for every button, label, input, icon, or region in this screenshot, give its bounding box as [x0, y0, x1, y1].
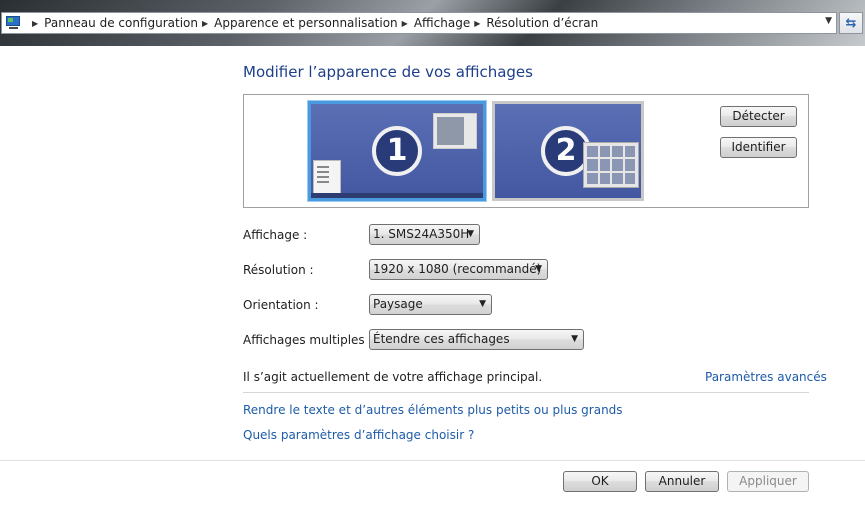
breadcrumb-item-control-panel[interactable]: Panneau de configuration [44, 16, 198, 30]
control-panel-icon [6, 16, 22, 30]
orientation-label: Orientation : [243, 298, 319, 312]
start-screen-thumbnail-icon [583, 142, 639, 188]
chevron-down-icon: ▼ [467, 229, 474, 239]
page-title: Modifier l’apparence de vos affichages [243, 63, 533, 81]
resolution-label: Résolution : [243, 263, 314, 277]
taskbar-thumbnail [311, 193, 483, 198]
triangle-right-icon[interactable]: ▶ [202, 19, 208, 28]
cancel-button[interactable]: Annuler [645, 471, 719, 492]
which-settings-link[interactable]: Quels paramètres d’affichage choisir ? [243, 428, 474, 442]
monitor-2[interactable]: 2 [492, 101, 644, 201]
chevron-down-icon: ▼ [479, 299, 486, 309]
apply-button[interactable]: Appliquer [727, 471, 809, 492]
chevron-down-icon: ▼ [535, 264, 542, 274]
monitor-1[interactable]: 1 [308, 101, 486, 201]
multiple-displays-select-value: Étendre ces affichages [373, 332, 510, 346]
breadcrumb-item-screen-resolution[interactable]: Résolution d’écran [486, 16, 598, 30]
window-top-bar: ▶ Panneau de configuration ▶ Apparence e… [0, 0, 865, 46]
divider [243, 392, 809, 393]
text-size-link[interactable]: Rendre le texte et d’autres éléments plu… [243, 403, 623, 417]
chevron-down-icon[interactable]: ▼ [825, 16, 832, 26]
display-select[interactable]: 1. SMS24A350H ▼ [369, 224, 480, 245]
breadcrumb-item-appearance[interactable]: Apparence et personnalisation [214, 16, 398, 30]
address-bar[interactable]: ▶ Panneau de configuration ▶ Apparence e… [1, 12, 837, 34]
resolution-select-value: 1920 x 1080 (recommandé) [373, 262, 542, 276]
identify-button[interactable]: Identifier [720, 137, 797, 158]
triangle-right-icon[interactable]: ▶ [474, 19, 480, 28]
detect-button[interactable]: Détecter [720, 106, 797, 127]
triangle-right-icon[interactable]: ▶ [32, 19, 38, 28]
footer-divider [0, 460, 865, 461]
start-menu-thumbnail-icon [313, 160, 341, 194]
breadcrumb-item-display[interactable]: Affichage [414, 16, 470, 30]
display-select-value: 1. SMS24A350H [373, 227, 470, 241]
multiple-displays-label: Affichages multiples : [243, 333, 373, 347]
orientation-select-value: Paysage [373, 297, 423, 311]
multiple-displays-select[interactable]: Étendre ces affichages ▼ [369, 329, 584, 350]
window-thumbnail-icon [433, 113, 477, 149]
refresh-button[interactable]: ⇆ [839, 12, 863, 34]
monitor-number-badge: 1 [372, 126, 422, 176]
ok-button[interactable]: OK [563, 471, 637, 492]
orientation-select[interactable]: Paysage ▼ [369, 294, 492, 315]
resolution-select[interactable]: 1920 x 1080 (recommandé) ▼ [369, 259, 548, 280]
refresh-icon: ⇆ [845, 15, 857, 31]
chevron-down-icon: ▼ [571, 334, 578, 344]
display-label: Affichage : [243, 228, 308, 242]
triangle-right-icon[interactable]: ▶ [402, 19, 408, 28]
advanced-settings-link[interactable]: Paramètres avancés [705, 370, 827, 384]
primary-display-info: Il s’agit actuellement de votre affichag… [243, 370, 543, 384]
